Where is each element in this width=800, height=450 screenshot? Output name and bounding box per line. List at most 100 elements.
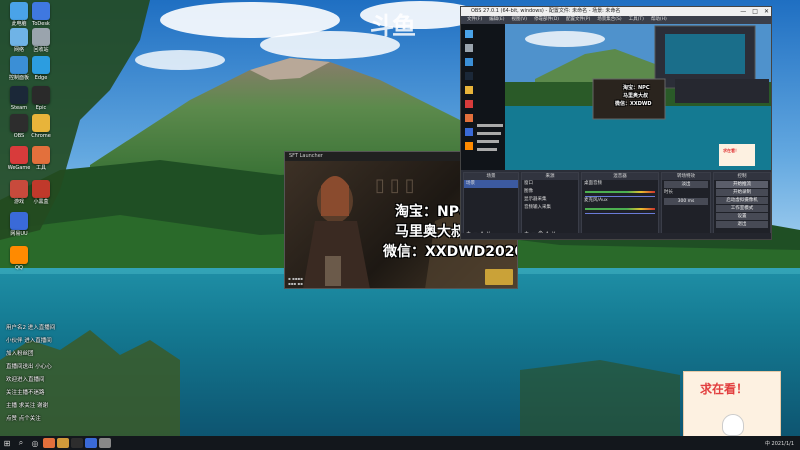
ad-text-line: 微信：XXDWD2020 [383, 244, 518, 260]
chat-message: 直播间送出 小心心 [6, 364, 52, 370]
settings-button[interactable]: 设置 [716, 213, 768, 220]
menu-profile[interactable]: 配置文件(P) [566, 16, 590, 24]
audio-mixer-dock: 混音器 桌面音频 麦克风/Aux [581, 172, 659, 239]
overlay-title: 求在看！ [700, 382, 749, 396]
desktop-icon[interactable]: Epic [24, 86, 58, 111]
menu-tools[interactable]: 工具(T) [629, 16, 644, 24]
duration-input[interactable]: 300 ms [664, 198, 708, 205]
obs-preview-canvas[interactable]: 淘宝：NPC 马里奥大叔 微信：XXDWD 求在看！ [505, 24, 771, 170]
desktop-icon-label: Epic [35, 105, 47, 111]
preview-ad-text: 马里奥大叔 [623, 93, 649, 99]
windows-start-icon[interactable]: ⊞ [0, 436, 14, 450]
obs-taskbar-icon[interactable] [71, 438, 83, 448]
menu-file[interactable]: 文件(F) [467, 16, 482, 24]
taskbar-app-icon[interactable] [85, 438, 97, 448]
desktop-icon[interactable]: Edge [24, 56, 58, 81]
desktop-icon[interactable]: ToDesk [24, 2, 58, 27]
taskbar: ⊞ ⌕ ◎ 中 2021/1/1 [0, 436, 800, 450]
source-item[interactable]: 音频输入采集 [522, 204, 578, 212]
desktop-icon-label: 网易UU [10, 231, 28, 237]
ad-text-line: 马里奥大叔 [395, 224, 465, 240]
desktop-icon[interactable]: 小黑盒 [24, 180, 58, 205]
folder-icon[interactable] [57, 438, 69, 448]
sft-info-text: ▪ ▪▪▪▪ ▪▪▪ ▪▪ [288, 276, 303, 286]
scenes-dock-title: 场景 [464, 173, 518, 180]
transitions-dock: 转场特效 淡出 时长 300 ms [661, 172, 711, 239]
preview-ad-text: 淘宝：NPC [623, 85, 650, 91]
exit-button[interactable]: 退出 [716, 221, 768, 228]
desktop-icon[interactable]: 网易UU [2, 212, 36, 237]
menu-view[interactable]: 视图(V) [511, 16, 527, 24]
live-chat-overlay: 用户名2 进入直播间 小伙伴 进入直播间 加入粉丝团 直播间送出 小心心 欢迎进… [6, 322, 106, 426]
chat-message: 小伙伴 进入直播间 [6, 338, 52, 344]
desktop-icon[interactable]: QQ [2, 246, 36, 271]
maximize-icon[interactable]: □ [752, 7, 758, 16]
obs-preview-sidebar [461, 24, 505, 170]
desktop-icon-label: Chrome [31, 133, 51, 139]
preview-ad-text: 微信：XXDWD [615, 101, 652, 107]
start-streaming-button[interactable]: 开始推流 [716, 181, 768, 188]
virtual-camera-button[interactable]: 启动虚拟摄像机 [716, 197, 768, 204]
desktop-icon-label: 小黑盒 [33, 199, 49, 205]
menu-edit[interactable]: 编辑(E) [489, 16, 504, 24]
obs-window-title: OBS 27.0.1 (64-bit, windows) - 配置文件: 未命名… [471, 8, 621, 14]
taskbar-app-icon[interactable] [43, 438, 55, 448]
source-item[interactable]: 窗口 [522, 180, 578, 188]
volume-slider[interactable] [585, 213, 655, 214]
transition-select[interactable]: 淡出 [664, 181, 708, 188]
controls-dock-title: 控制 [714, 173, 770, 180]
menu-help[interactable]: 帮助(H) [651, 16, 667, 24]
desktop-icon[interactable]: Chrome [24, 114, 58, 139]
desktop-icon-label: ToDesk [32, 21, 50, 27]
chat-message: 用户名2 进入直播间 [6, 325, 56, 331]
desktop-icon-label: QQ [15, 265, 23, 271]
desktop-icon-label: OBS [13, 133, 25, 139]
transitions-dock-title: 转场特效 [662, 173, 710, 180]
menu-docks[interactable]: 停靠部件(D) [534, 16, 559, 24]
ad-text-line: 淘宝：NPC [395, 204, 470, 220]
obs-statusbar [461, 233, 771, 239]
scenes-dock: 场景 场景 + − ∧ ∨ [463, 172, 519, 239]
chat-message: 加入粉丝团 [6, 351, 34, 357]
volume-meter [585, 208, 655, 210]
mixer-track-label: 桌面音频 [584, 181, 602, 186]
controls-dock: 控制 开始推流 开始录制 启动虚拟摄像机 工作室模式 设置 退出 [713, 172, 771, 239]
desktop-icon-label: 工具 [35, 165, 46, 171]
app-icon [10, 212, 28, 230]
system-tray-clock[interactable]: 中 2021/1/1 [765, 440, 800, 447]
stream-watermark: 斗鱼 [370, 12, 416, 40]
obs-window[interactable]: OBS 27.0.1 (64-bit, windows) - 配置文件: 未命名… [460, 6, 772, 240]
minimize-icon[interactable]: — [740, 7, 746, 16]
source-item[interactable]: 图像 [522, 188, 578, 196]
desktop-icon[interactable]: 工具 [24, 146, 58, 171]
taskbar-app-icon[interactable] [99, 438, 111, 448]
preview-badge-text: 求在看！ [723, 148, 739, 153]
sources-dock-title: 来源 [522, 173, 578, 180]
chat-message: 关注主播不迷路 [6, 390, 45, 396]
close-icon[interactable]: ✕ [764, 7, 769, 16]
start-recording-button[interactable]: 开始录制 [716, 189, 768, 196]
menu-scene-collection[interactable]: 场景集合(S) [597, 16, 621, 24]
source-item[interactable]: 显示器采集 [522, 196, 578, 204]
app-icon [32, 2, 50, 20]
scene-item[interactable]: 场景 [464, 180, 518, 188]
preview-sidebar-icons [465, 30, 503, 151]
desktop-icon-label: 回收站 [33, 47, 49, 53]
desktop-icon-label: 网络 [13, 47, 24, 53]
task-view-icon[interactable]: ◎ [28, 436, 42, 450]
desktop-icon[interactable]: 回收站 [24, 28, 58, 53]
app-icon [32, 146, 50, 164]
obs-menubar: 文件(F) 编辑(E) 视图(V) 停靠部件(D) 配置文件(P) 场景集合(S… [461, 16, 771, 24]
obs-titlebar[interactable]: OBS 27.0.1 (64-bit, windows) - 配置文件: 未命名… [461, 7, 771, 16]
volume-meter [585, 191, 655, 193]
search-icon[interactable]: ⌕ [14, 436, 28, 450]
sources-dock: 来源 窗口 图像 显示器采集 音频输入采集 + − ⚙ ∧ ∨ [521, 172, 579, 239]
duration-label: 时长 [664, 190, 673, 195]
app-icon [32, 56, 50, 74]
studio-mode-button[interactable]: 工作室模式 [716, 205, 768, 212]
sft-play-button[interactable] [485, 269, 513, 285]
app-icon [32, 28, 50, 46]
mixer-track-label: 麦克风/Aux [584, 198, 608, 203]
app-icon [10, 246, 28, 264]
chat-message: 欢迎进入直播间 [6, 377, 45, 383]
